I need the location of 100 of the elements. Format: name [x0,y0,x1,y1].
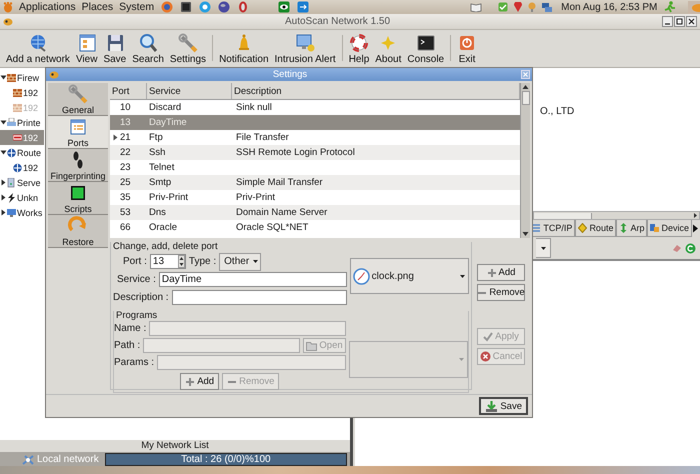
caret-icon [460,274,465,278]
tree-item[interactable]: 192 [0,85,44,100]
dropdown[interactable] [536,238,551,258]
port-spinner[interactable]: 13 [150,254,186,269]
service-field[interactable]: DayTime [158,272,347,287]
maximize-icon [674,16,685,27]
toolbar-button[interactable]: Exit [454,32,480,65]
wrench-icon [178,33,198,53]
network-icon [22,454,35,464]
bulb-icon [528,2,536,12]
menu-item[interactable]: Applications [19,1,76,13]
caret-icon [459,358,464,361]
network-icon [541,2,554,12]
vendor-text: O., LTD [540,106,574,117]
clock[interactable]: Mon Aug 16, 2:53 PM [561,2,658,12]
field-label: Port : [123,256,147,267]
printer-icon [13,132,22,142]
table-row[interactable]: 66 Oracle Oracle SQL*NET [110,220,520,235]
tab[interactable]: Arp [616,220,648,237]
expander-icon [113,134,118,141]
tab[interactable]: Route [575,220,616,237]
remote-icon [297,1,310,13]
description-field[interactable] [172,290,347,305]
workstation-icon [7,208,16,218]
window-icon [68,116,88,136]
field-label: Path : [114,340,140,351]
tab[interactable]: Device [647,220,692,237]
table-cell: Ftp [149,132,163,143]
icon-dropdown[interactable]: clock.png [350,258,469,294]
expander-icon [0,149,7,156]
button[interactable]: Remove [477,284,525,301]
toolbar-button[interactable]: Console [404,32,448,65]
field-label: Params : [114,357,154,368]
network-label: Local network [37,454,99,464]
table-cell: Priv-Print [149,192,188,203]
table-cell: 10 [120,102,131,113]
toolbar-button[interactable]: About [372,32,404,65]
terminal-icon [180,1,192,13]
tree-item[interactable]: 192 [0,160,44,175]
toolbar-button[interactable]: Search [129,32,167,65]
window-title: AutoScan Network 1.50 [284,16,392,27]
type-dropdown[interactable]: Other [219,252,262,270]
toolbar-button[interactable]: Help [346,32,372,65]
sidebar-item[interactable]: General [48,83,108,116]
table-row[interactable]: 21 Ftp File Transfer [110,130,520,145]
toolbar-button[interactable]: View [72,32,100,65]
sidebar-item[interactable]: Restore [48,215,108,248]
tree-item[interactable]: Printe [0,115,44,130]
toolbar-button[interactable]: Settings [166,32,210,65]
sidebar-item[interactable]: Fingerprinting [48,149,108,182]
button[interactable]: Add [477,264,525,281]
tree-item[interactable]: Serve [0,175,44,190]
menu-item[interactable]: System [119,1,154,13]
tree-item[interactable]: Firew [0,70,44,85]
horizontal-scrollbar[interactable] [533,211,700,220]
terminal-icon [416,33,436,53]
vertical-scrollbar[interactable] [520,83,530,238]
scrollbar-thumb[interactable] [534,212,592,218]
window-icon [76,33,97,53]
clock-icon [352,268,370,284]
expander-icon [0,74,7,81]
column-header[interactable]: Port [110,83,147,99]
tree-item[interactable]: Unkn [0,190,44,205]
table-row[interactable]: 23 Telnet [110,160,520,175]
table-row[interactable]: 25 Smtp Simple Mail Transfer [110,175,520,190]
scrollbar-thumb[interactable] [522,91,530,105]
table-cell: 21 [120,132,131,143]
table-row[interactable]: 10 Discard Sink null [110,100,520,115]
foot-icon [3,2,13,12]
server-icon [7,178,16,188]
table-row[interactable]: 53 Dns Domain Name Server [110,205,520,220]
table-cell: Oracle [149,222,177,233]
stack-icon [532,223,542,233]
chat-icon [199,1,212,13]
download-icon [485,400,498,412]
column-header[interactable]: Service [147,83,232,99]
sidebar-item[interactable]: Scripts [48,182,108,215]
sidebar-item[interactable]: Ports [48,116,108,149]
table-cell: 66 [120,222,131,233]
field-label: Type : [188,256,216,267]
menu-item[interactable]: Places [82,1,114,13]
toolbar-button[interactable]: Add a network [3,32,73,65]
toolbar-button[interactable]: Notification [216,32,272,65]
caret-icon [540,246,546,250]
toolbar-button[interactable]: Save [100,32,130,65]
save-button[interactable]: Save [479,397,528,415]
book-icon [470,2,482,12]
table-row[interactable]: 35 Priv-Print Priv-Print [110,190,520,205]
table-cell: File Transfer [236,132,289,143]
monitor-icon [295,33,316,53]
program-dropdown[interactable] [348,341,468,378]
toolbar-button[interactable]: Intrusion Alert [272,32,339,65]
lifebuoy-icon [348,33,369,53]
tree-item[interactable]: Works [0,205,44,220]
table-cell: Telnet [149,162,174,173]
device-icon [650,223,660,233]
tree-item[interactable]: Route [0,145,44,160]
lightning-icon [7,192,16,202]
table-row[interactable]: 22 Ssh SSH Remote Login Protocol [110,145,520,160]
table-cell: SSH Remote Login Protocol [236,147,355,158]
